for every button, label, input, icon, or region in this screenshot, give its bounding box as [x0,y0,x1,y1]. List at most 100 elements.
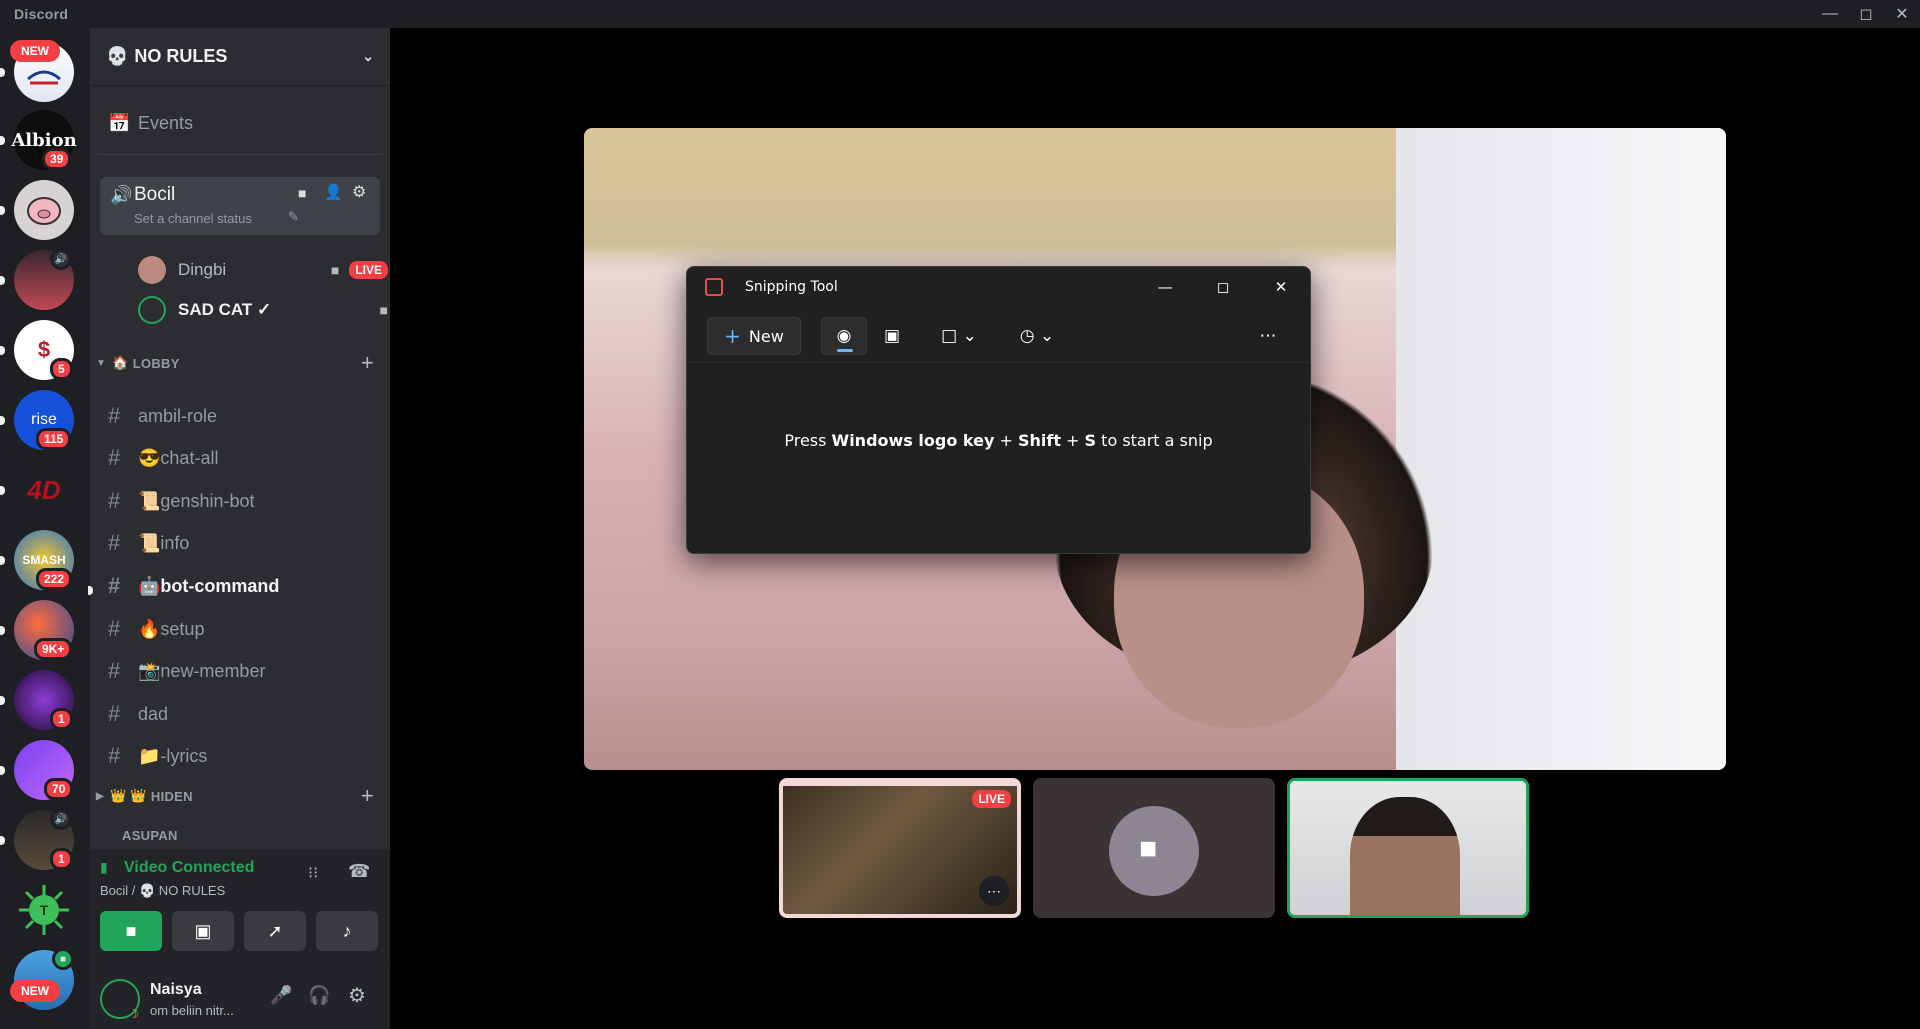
rectangle-snip-icon: □ ⌄ [941,326,977,346]
unread-pill [0,136,5,145]
speaker-icon: 🔊 [50,808,72,830]
server-icon-pig[interactable] [14,180,74,240]
channel-setup[interactable]: # 🔥 setup [98,610,382,648]
category-label: HIDEN [150,788,193,804]
video-icon: ▣ [883,326,901,346]
more-options-button[interactable]: ⋯ [1245,317,1291,355]
channel-genshin-bot[interactable]: # 📜 genshin-bot [98,482,382,520]
chat-icon[interactable]: ■ [298,185,306,201]
soundboard-button[interactable]: ♪ [316,911,378,951]
video-icon: ■ [125,920,137,941]
voice-location[interactable]: Bocil / 💀 NO RULES [100,883,225,899]
channel-lyrics[interactable]: # 📁 -lyrics [98,737,382,775]
delay-dropdown[interactable]: ◷ ⌄ [1009,317,1065,355]
screenshot-mode-button[interactable]: ◉ [821,317,867,355]
video-icon: ■ [52,948,74,970]
mention-badge: 115 [36,428,72,450]
crown-icon: 👑 👑 [110,788,147,803]
new-snip-label: New [748,326,784,346]
video-icon: ■ [330,262,340,278]
soundwave-icon[interactable]: ⁝⁝ [308,863,318,883]
hash-icon: # [108,616,121,641]
category-label: ASUPAN [122,828,178,840]
invite-icon[interactable]: 👤 [324,183,343,201]
new-badge: NEW [10,980,60,1002]
stream-tile-camera-off[interactable]: ■ [1033,778,1275,918]
category-lobby[interactable]: ▼ 🏠 LOBBY + [96,350,374,376]
headphones-icon[interactable]: 🎧 [308,985,330,1006]
voice-channel-bocil[interactable]: 🔊 Bocil Set a channel status ✎ ■ 👤 ⚙ [100,177,380,235]
pencil-icon[interactable]: ✎ [288,209,299,225]
channel-name: setup [160,618,205,639]
activity-button[interactable]: ➚ [244,911,306,951]
minimize-icon[interactable]: — [1136,267,1194,307]
unread-pill [0,416,5,425]
minimize-icon[interactable]: — [1812,0,1848,28]
screen-share-button[interactable]: ▣ [172,911,234,951]
close-icon[interactable]: ✕ [1252,267,1310,307]
events-item[interactable]: 📅 Events [98,104,382,142]
server-icon-4d[interactable]: 4D [14,460,74,520]
channel-sidebar: 💀 NO RULES ⌄ 📅 Events 🔊 Bocil Set a chan… [88,28,390,1029]
record-mode-button[interactable]: ▣ [869,317,915,355]
more-icon[interactable]: ⋯ [979,876,1009,906]
stream-tile-dingbi[interactable]: LIVE ⋯ [779,778,1021,918]
channel-info[interactable]: # 📜 info [98,524,382,562]
add-channel-button[interactable]: + [361,783,374,809]
chevron-down-icon[interactable]: ⌄ [362,48,374,65]
unread-pill [0,556,5,565]
unread-pill [0,766,5,775]
close-icon[interactable]: ✕ [1884,0,1920,28]
channel-dad[interactable]: # dad [98,695,382,733]
voice-status[interactable]: Video Connected [124,859,254,877]
add-channel-button[interactable]: + [361,350,374,376]
user-status: om beliin nitr... [150,1003,234,1018]
mic-icon[interactable]: 🎤 [270,985,292,1006]
channel-new-member[interactable]: # 📸 new-member [98,652,382,690]
channel-status-input[interactable]: Set a channel status [134,211,252,226]
server-letter: T [40,902,49,918]
unread-pill [0,68,5,77]
active-indicator [837,349,853,352]
snipping-tool-titlebar[interactable]: Snipping Tool — ◻ ✕ [687,267,1310,307]
maximize-icon[interactable]: ◻ [1848,0,1884,28]
category-next[interactable]: ASUPAN [96,828,374,840]
user-name[interactable]: Naisya [150,981,202,999]
user-panel: ☽ Naisya om beliin nitr... 🎤 🎧 ⚙ [90,967,390,1029]
soundboard-icon: ♪ [342,920,352,941]
avatar [138,296,166,324]
voice-user-sadcat[interactable]: SAD CAT ✓ ■ [138,294,388,326]
gear-icon[interactable]: ⚙ [352,182,366,202]
new-snip-button[interactable]: + New [707,317,801,355]
channel-emoji: 😎 [138,447,161,468]
channel-name: genshin-bot [160,490,255,511]
stream-tile-self[interactable] [1287,778,1529,918]
unread-pill [0,626,5,635]
instruction-text: Press [784,431,832,450]
plus-icon: + [724,324,741,348]
server-header[interactable]: 💀 NO RULES ⌄ [90,28,390,86]
snip-shape-dropdown[interactable]: □ ⌄ [931,317,987,355]
channel-emoji: 📁 [138,745,161,766]
moon-icon: ☽ [128,1007,139,1021]
channel-bot-command[interactable]: # 🤖 bot-command [98,567,382,605]
mention-badge: 5 [50,358,73,380]
mention-badge: 1 [50,708,73,730]
instruction-key: Shift [1017,431,1061,450]
voice-user-dingbi[interactable]: Dingbi ■ LIVE [138,254,388,286]
camera-button[interactable]: ■ [100,911,162,951]
category-hiden[interactable]: ▶ 👑 👑 HIDEN + [96,783,374,809]
channel-emoji: 🤖 [138,575,161,596]
channel-chat-all[interactable]: # 😎 chat-all [98,439,382,477]
maximize-icon[interactable]: ◻ [1194,267,1252,307]
disconnect-icon[interactable]: ☎ [348,861,370,882]
snipping-tool-title: Snipping Tool [745,279,838,295]
hash-icon: # [108,701,121,726]
gear-icon[interactable]: ⚙ [348,983,366,1008]
live-badge: LIVE [972,790,1011,808]
events-label: Events [138,112,194,133]
unread-pill [0,346,5,355]
unread-pill [0,276,5,285]
channel-ambil-role[interactable]: # ambil-role [98,397,382,435]
server-icon-virus[interactable]: T [14,880,74,940]
